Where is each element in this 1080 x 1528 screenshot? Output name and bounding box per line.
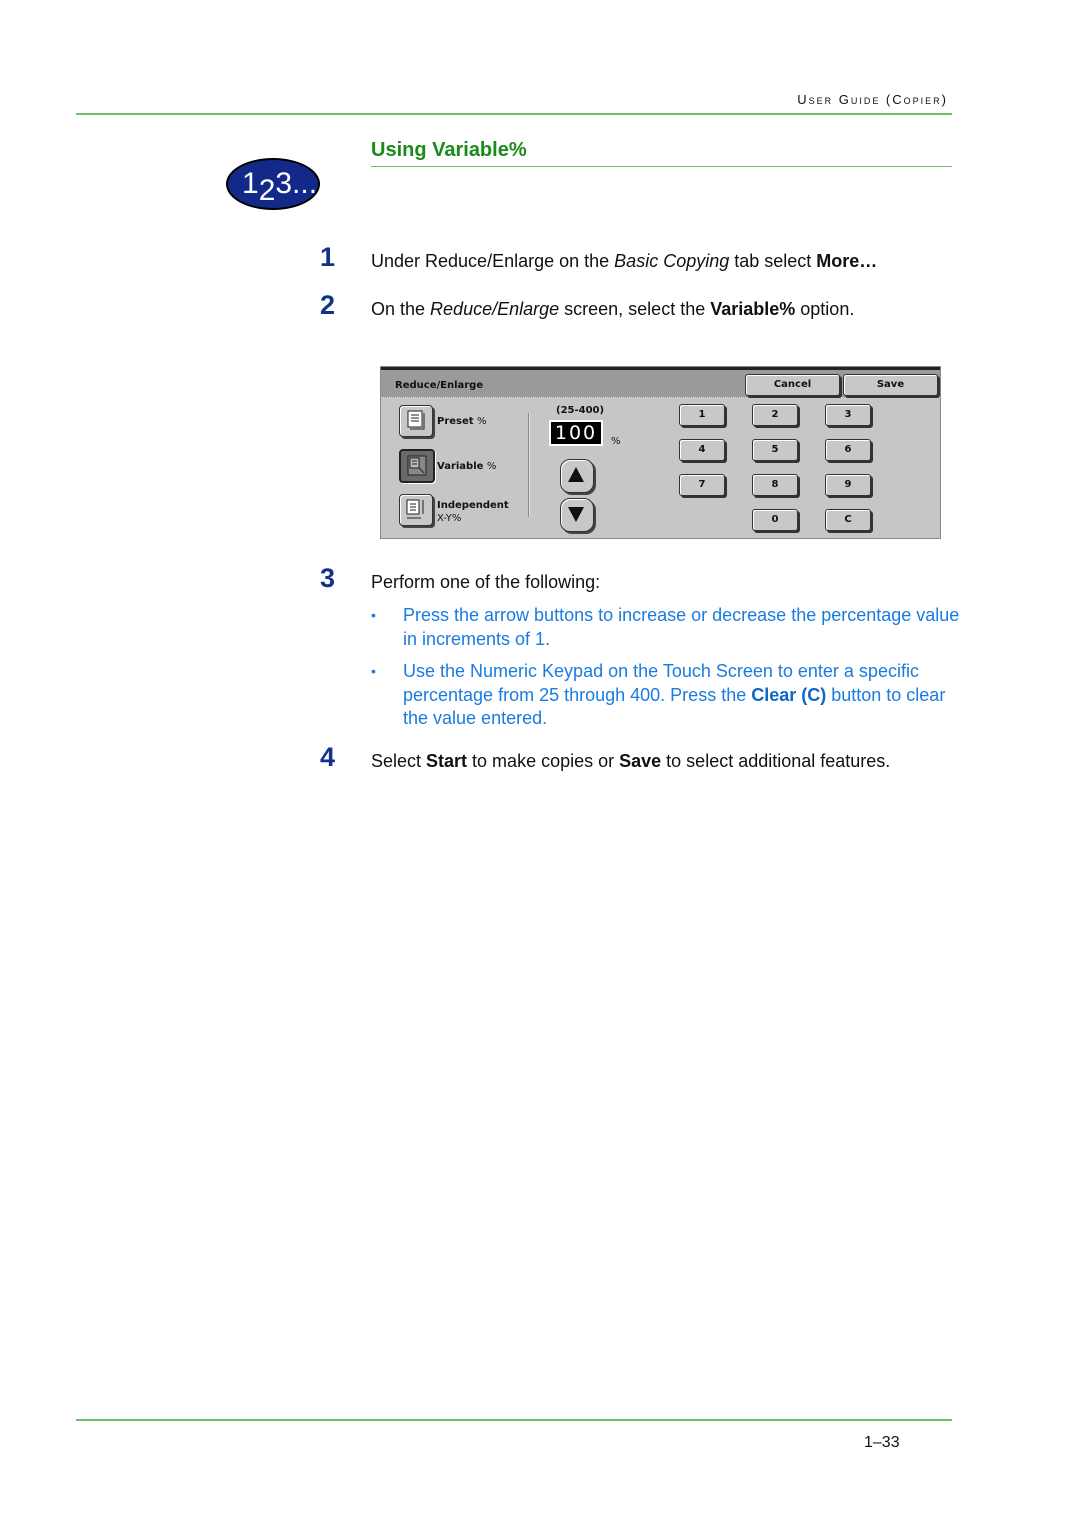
pct: %	[486, 461, 497, 472]
step-text: Select Start to make copies or Save to s…	[371, 751, 890, 772]
text: to select additional features.	[661, 751, 891, 771]
preset-option-button[interactable]	[399, 405, 433, 437]
bullet-text: Use the Numeric Keypad on the Touch Scre…	[403, 660, 963, 731]
screen-titlebar: Reduce/Enlarge Cancel Save	[381, 370, 940, 398]
keypad-key-2[interactable]: 2	[752, 404, 798, 426]
arrow-down-icon	[568, 507, 584, 522]
independent-xy-icon	[406, 499, 424, 519]
variable-option-label: Variable %	[437, 460, 496, 473]
text: Under Reduce/Enlarge on the	[371, 251, 615, 271]
divider	[528, 413, 530, 517]
keypad-key-6[interactable]: 6	[825, 439, 871, 461]
keypad-key-0[interactable]: 0	[752, 509, 798, 531]
footer-rule	[76, 1419, 952, 1421]
section-title: Using Variable%	[371, 139, 527, 161]
step-number: 1	[320, 242, 336, 272]
step-number: 2	[320, 290, 336, 320]
keypad-key-5[interactable]: 5	[752, 439, 798, 461]
keypad-key-7[interactable]: 7	[679, 474, 725, 496]
independent-xy-option-button[interactable]	[399, 494, 433, 526]
variable-icon	[407, 455, 427, 476]
save-button[interactable]: Save	[843, 374, 938, 396]
percentage-value-display: 100	[549, 420, 603, 446]
step-text: Under Reduce/Enlarge on the Basic Copyin…	[371, 251, 877, 272]
keypad-key-4[interactable]: 4	[679, 439, 725, 461]
running-header: User Guide (Copier)	[797, 92, 948, 107]
text: Select	[371, 751, 427, 771]
step-text: Perform one of the following:	[371, 572, 601, 592]
text: option.	[795, 299, 855, 319]
text: On the	[371, 299, 431, 319]
label: Preset	[437, 416, 474, 427]
preset-option-label: Preset %	[437, 415, 487, 428]
strong: Clear (C)	[751, 684, 827, 705]
label2: X-Y%	[437, 513, 462, 524]
label: Independent	[437, 500, 509, 511]
increase-button[interactable]	[560, 459, 594, 493]
keypad-key-8[interactable]: 8	[752, 474, 798, 496]
percentage-unit: %	[611, 436, 621, 447]
reduce-enlarge-screen: Reduce/Enlarge Cancel Save Preset % Vari…	[380, 366, 941, 539]
text: tab select	[729, 251, 817, 271]
text: screen, select the	[559, 299, 711, 319]
emphasis: Reduce/Enlarge	[430, 299, 560, 319]
keypad-key-9[interactable]: 9	[825, 474, 871, 496]
page-number: 1–33	[864, 1434, 900, 1451]
badge-digit-rest: 3...	[275, 167, 318, 200]
steps-badge-icon: 123...	[226, 158, 320, 210]
strong: More…	[816, 251, 878, 271]
keypad-clear-button[interactable]: C	[825, 509, 871, 531]
preset-icon	[407, 410, 425, 430]
keypad-key-1[interactable]: 1	[679, 404, 725, 426]
cancel-button[interactable]: Cancel	[745, 374, 840, 396]
pct: %	[477, 416, 487, 427]
bullet-dot: •	[371, 663, 376, 679]
step-number: 4	[320, 742, 336, 772]
arrow-up-icon	[568, 467, 584, 482]
variable-option-button[interactable]	[399, 449, 435, 483]
section-title-rule	[371, 166, 952, 167]
bullet-text: Press the arrow buttons to increase or d…	[403, 605, 960, 649]
label: Variable	[437, 461, 484, 472]
emphasis: Basic Copying	[614, 251, 730, 271]
strong: Save	[619, 751, 662, 771]
range-label: (25-400)	[556, 405, 605, 416]
text: to make copies or	[467, 751, 620, 771]
keypad-key-3[interactable]: 3	[825, 404, 871, 426]
strong: Variable%	[710, 299, 796, 319]
badge-digit-sub: 2	[258, 174, 276, 207]
strong: Start	[426, 751, 468, 771]
bullet-dot: •	[371, 607, 376, 623]
step-number: 3	[320, 563, 336, 593]
decrease-button[interactable]	[560, 498, 594, 532]
header-rule	[76, 113, 952, 115]
step-text: On the Reduce/Enlarge screen, select the…	[371, 299, 854, 320]
screen-title: Reduce/Enlarge	[395, 380, 484, 391]
badge-digit: 1	[242, 167, 259, 200]
independent-xy-option-label: Independent X-Y%	[437, 499, 509, 525]
